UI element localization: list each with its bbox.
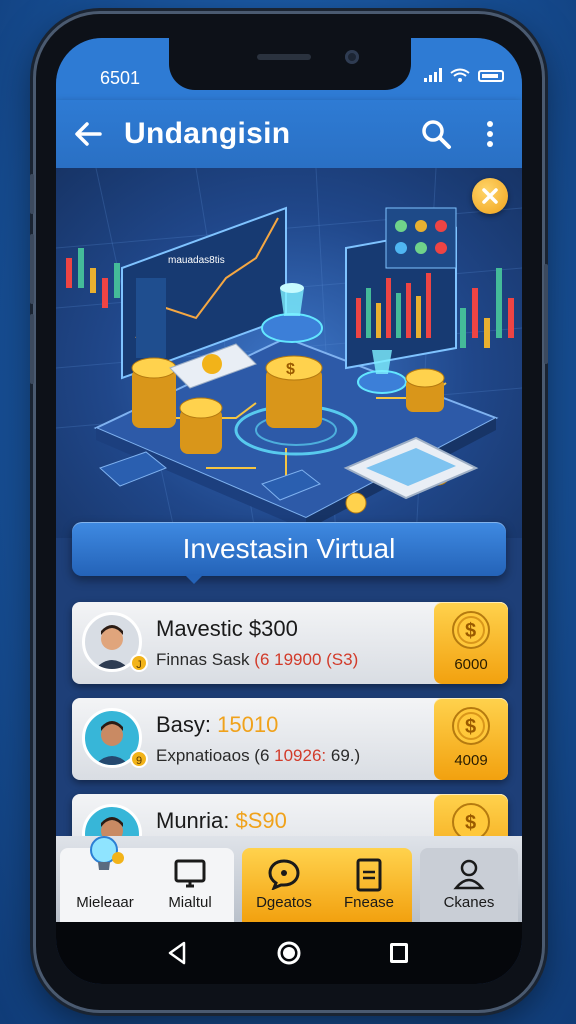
list-item[interactable]: J Mavestic $300 Finnas Sask (6 19900 (S3…	[72, 602, 508, 684]
tab-label: Fnease	[343, 894, 395, 911]
banner-pointer	[184, 574, 204, 584]
nav-recents-icon[interactable]	[384, 938, 414, 968]
close-button[interactable]	[472, 178, 508, 214]
notch	[169, 38, 411, 90]
hero-illustration: mauadas8tis $	[56, 168, 522, 538]
dollar-coin-icon: $	[452, 707, 490, 745]
item-name: Basy:	[156, 712, 212, 737]
signal-icon	[424, 68, 442, 82]
lightbulb-icon	[90, 836, 124, 870]
item-name: Mavestic	[156, 616, 243, 641]
svg-text:$: $	[465, 812, 476, 834]
item-sub-prefix: Finnas Sask	[156, 650, 250, 669]
avatar-badge: J	[130, 654, 148, 672]
item-sub-highlight: 10926:	[274, 746, 327, 765]
battery-icon	[478, 70, 504, 82]
monitor-right	[345, 207, 457, 370]
back-arrow-icon[interactable]	[70, 116, 106, 152]
coin-button[interactable]: $ 6000	[434, 602, 508, 684]
bottom-tab-bar: Mieleaar Mialtul Dgeatos Fnease Ckanes	[56, 836, 522, 922]
item-subtitle: Expnatioaos (6 10926: 69.)	[156, 746, 360, 766]
coin-value: 4009	[454, 752, 488, 769]
volume-up-button	[30, 234, 34, 304]
tab-label: Dgeatos	[256, 894, 312, 911]
item-amount: $S90	[235, 808, 287, 833]
svg-text:$: $	[465, 620, 476, 642]
investment-scene-illustration: mauadas8tis $	[56, 168, 522, 538]
close-icon	[482, 188, 498, 204]
status-icons	[424, 68, 504, 82]
app-bar: Undangisin	[56, 100, 522, 168]
search-icon[interactable]	[418, 116, 454, 152]
tab-group-middle: Dgeatos Fnease	[242, 848, 412, 922]
phone-frame: 6501 Undangisin mauadas8tis $ Investasin…	[30, 14, 548, 1010]
section-title: Investasin Virtual	[72, 522, 506, 576]
svg-text:$: $	[286, 361, 295, 378]
speaker	[257, 54, 311, 60]
user-icon	[453, 859, 485, 890]
item-sub-tail: (S3)	[326, 650, 359, 669]
chat-icon	[268, 859, 300, 890]
item-name: Munria:	[156, 808, 230, 833]
monitor-icon	[174, 859, 206, 888]
page-title: Undangisin	[124, 117, 291, 150]
list-item[interactable]: 9 Basy: 15010 Expnatioaos (6 10926: 69.)…	[72, 698, 508, 780]
volume-down-button	[30, 314, 34, 384]
power-button	[544, 264, 548, 364]
item-title: Basy: 15010	[156, 712, 278, 738]
coin-value: 6000	[454, 656, 488, 673]
tab-label: Ckanes	[443, 894, 495, 911]
svg-text:$: $	[465, 716, 476, 738]
tab-label: Mieleaar	[76, 894, 134, 911]
dollar-coin-icon: $	[452, 611, 490, 649]
tab-dgeatos[interactable]: Dgeatos	[242, 848, 326, 922]
status-time: 6501	[100, 68, 141, 88]
item-title: Mavestic $300	[156, 616, 298, 642]
candlestick-chart-right	[460, 268, 514, 348]
tab-mieleaar[interactable]: Mieleaar	[60, 836, 150, 922]
item-sub-highlight: (6 19900	[254, 650, 322, 669]
nav-home-icon[interactable]	[274, 938, 304, 968]
item-amount: $300	[248, 616, 298, 641]
tab-group-right: Ckanes	[420, 848, 518, 922]
coin-button[interactable]: $ 4009	[434, 698, 508, 780]
wifi-icon	[450, 68, 470, 82]
more-options-icon[interactable]	[478, 116, 502, 152]
avatar-badge: 9	[130, 750, 148, 768]
tab-group-left: Mieleaar Mialtul	[60, 836, 234, 922]
tab-mialtul[interactable]: Mialtul	[146, 848, 234, 922]
item-title: Munria: $S90	[156, 808, 287, 834]
document-icon	[356, 858, 382, 892]
screen: 6501 Undangisin mauadas8tis $ Investasin…	[56, 38, 522, 984]
system-nav-bar	[56, 922, 522, 984]
tab-fnease[interactable]: Fnease	[326, 848, 412, 922]
mute-switch	[30, 174, 34, 214]
item-sub-tail: 69.)	[330, 746, 361, 765]
tab-label: Mialtul	[168, 894, 212, 911]
tab-ckanes[interactable]: Ckanes	[420, 848, 518, 922]
item-subtitle: Finnas Sask (6 19900 (S3)	[156, 650, 358, 670]
front-camera	[345, 50, 359, 64]
item-sub-prefix: Expnatioaos (6	[156, 746, 270, 765]
nav-back-icon[interactable]	[162, 938, 192, 968]
monitor-text: mauadas8tis	[168, 255, 225, 266]
item-amount: 15010	[217, 712, 279, 737]
